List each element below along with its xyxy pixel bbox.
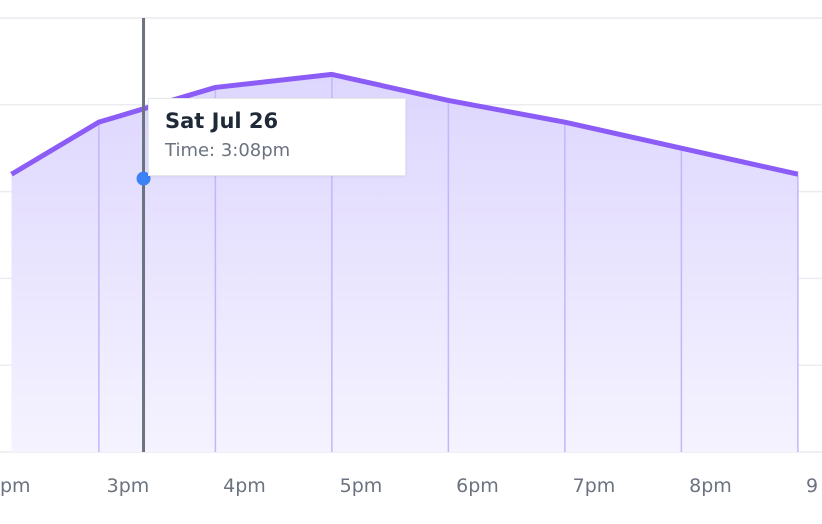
- x-tick-label: 7pm: [573, 475, 616, 497]
- area-chart: pm 3pm 4pm 5pm 6pm 7pm 8pm 9: [0, 17, 822, 497]
- x-tick-label: 8pm: [689, 475, 732, 497]
- tooltip-subtitle: Time: 3:08pm: [165, 140, 291, 161]
- x-tick-label: 3pm: [107, 475, 150, 497]
- x-axis: pm 3pm 4pm 5pm 6pm 7pm 8pm 9: [0, 475, 818, 497]
- x-tick-label: 5pm: [340, 475, 383, 497]
- x-tick-label: pm: [0, 475, 31, 497]
- tooltip-title: Sat Jul 26: [165, 109, 279, 133]
- x-tick-label: 4pm: [223, 475, 266, 497]
- tooltip: Sat Jul 26 Time: 3:08pm: [148, 98, 406, 176]
- x-tick-label: 6pm: [456, 475, 499, 497]
- x-tick-label: 9: [806, 475, 818, 497]
